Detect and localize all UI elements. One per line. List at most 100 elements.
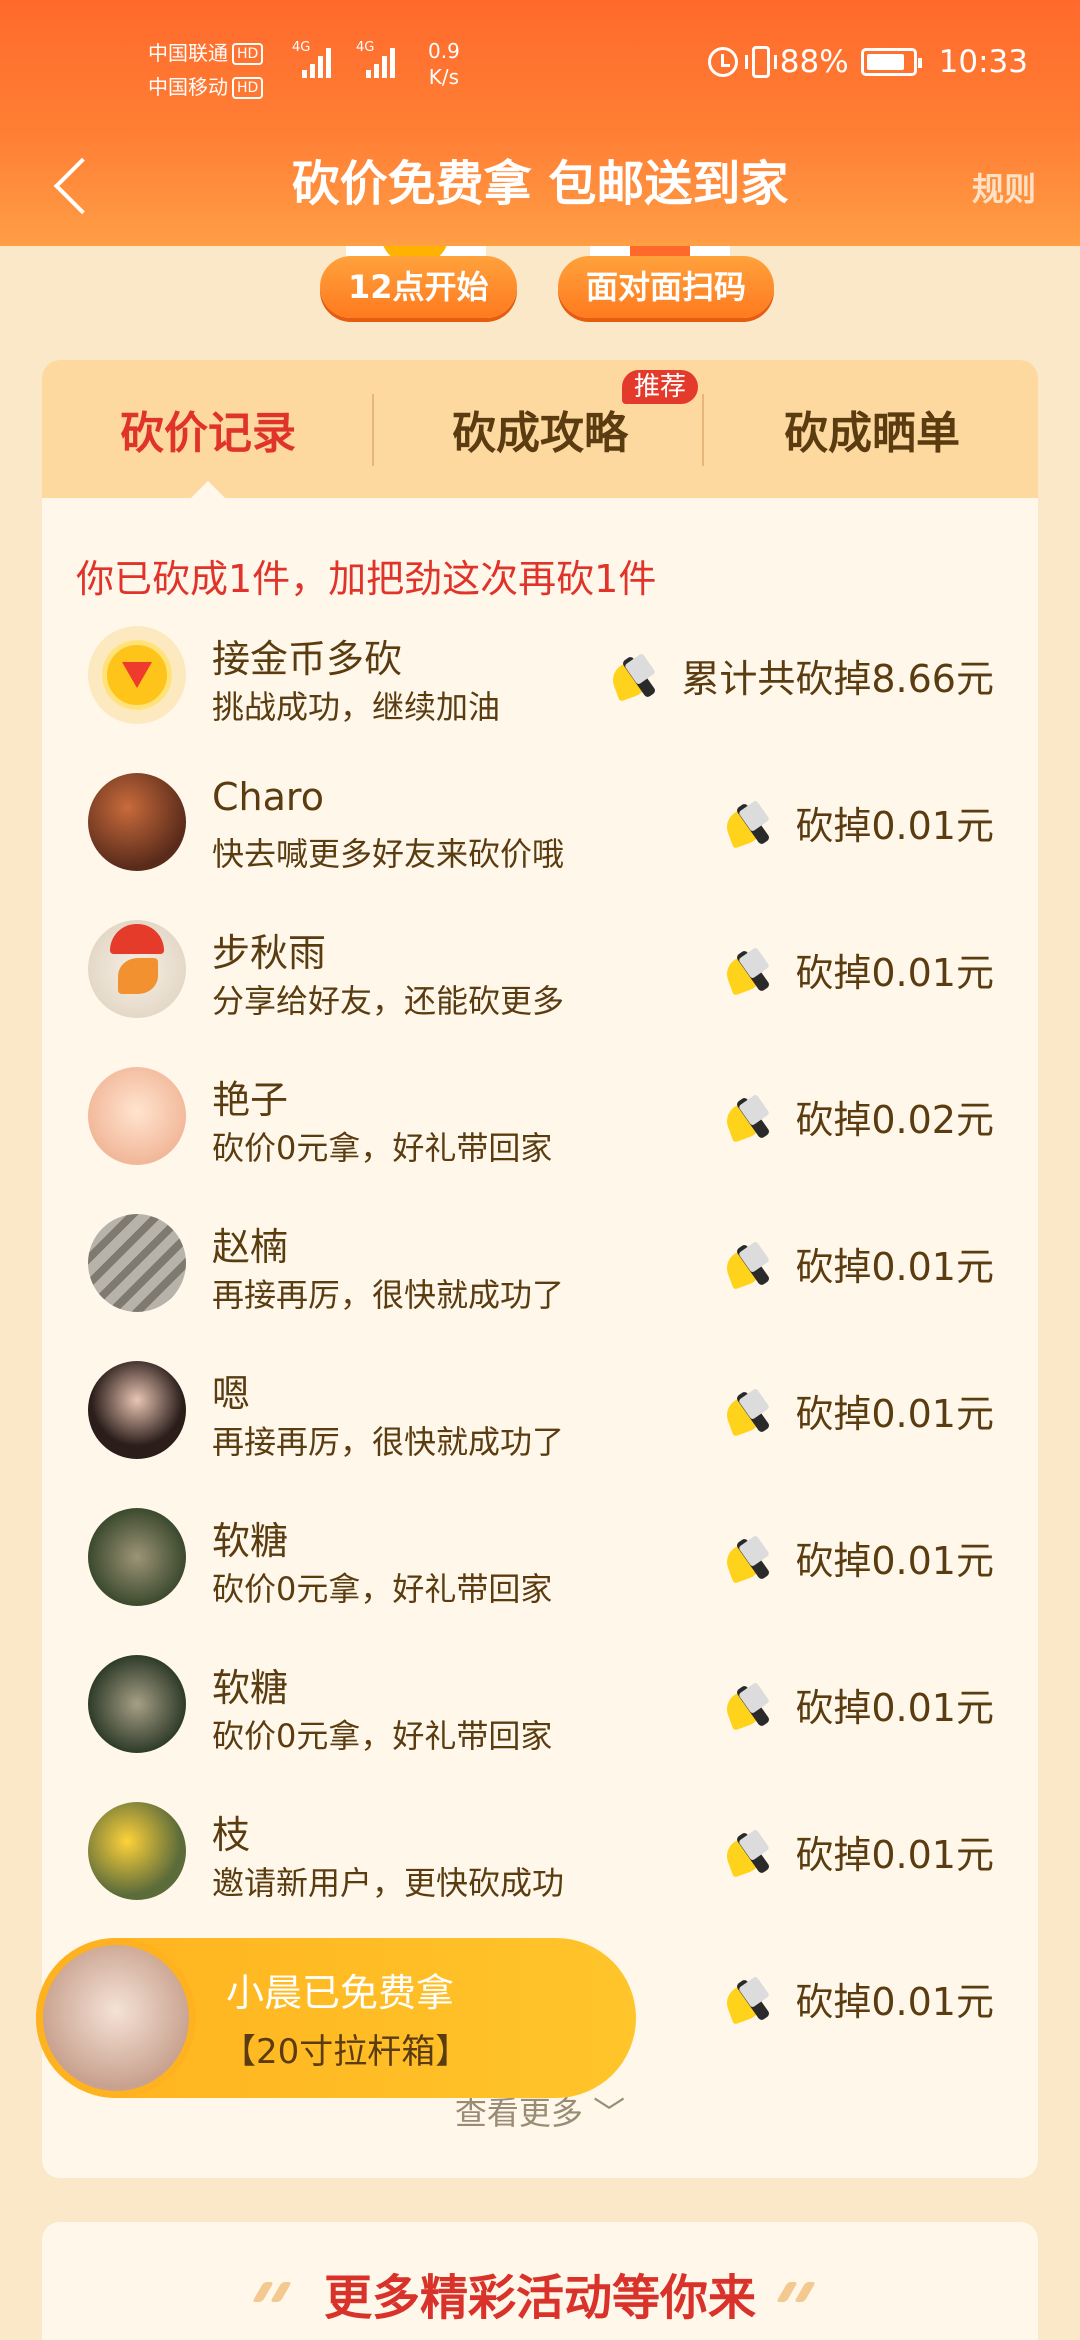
tab-bar: 砍价记录 砍成攻略 砍成晒单 推荐 [42,360,1038,499]
amount-text: 砍掉0.01元 [795,804,994,848]
list-item: 接金币多砍 挑战成功，继续加油 累计共砍掉8.66元 [42,618,1038,765]
tab-showcase[interactable]: 砍成晒单 [706,360,1038,498]
chevron-down-icon: ﹀ [593,2094,626,2132]
record-message: 砍价0元拿，好礼带回家 [212,1129,553,1167]
record-amount: 累计共砍掉8.66元 [608,648,994,703]
speed-unit: K/s [428,65,460,89]
record-message: 快去喊更多好友来砍价哦 [212,835,565,873]
speed-value: 0.9 [428,39,460,63]
free-claim-banner[interactable]: 小晨已免费拿 【20寸拉杆箱】 [36,1938,636,2098]
carrier-info: 中国联通 HD 中国移动 HD [148,36,264,104]
avatar [88,1361,186,1459]
record-amount: 砍掉0.01元 [722,1383,994,1438]
axe-icon [722,1533,783,1584]
tab-divider [702,394,704,466]
axe-icon [722,945,783,996]
banner-line-1: 小晨已免费拿 [226,1971,455,2015]
network-speed: 0.9 K/s [428,38,460,90]
amount-text: 砍掉0.01元 [795,1539,994,1583]
record-amount: 砍掉0.01元 [722,1236,994,1291]
list-item: 嗯 再接再厉，很快就成功了 砍掉0.01元 [42,1353,1038,1500]
avatar [88,1802,186,1900]
clock: 10:33 [938,44,1028,80]
list-item: 步秋雨 分享给好友，还能砍更多 砍掉0.01元 [42,912,1038,1059]
axe-icon [608,651,669,702]
list-item: 艳子 砍价0元拿，好礼带回家 砍掉0.02元 [42,1059,1038,1206]
amount-text: 砍掉0.01元 [795,1686,994,1730]
record-message: 再接再厉，很快就成功了 [212,1276,565,1314]
record-amount: 砍掉0.01元 [722,1677,994,1732]
more-activities-title: 更多精彩活动等你来 [323,2270,756,2326]
carrier-1: 中国联通 [148,41,228,65]
scan-face-to-face-button[interactable]: 面对面扫码 [558,256,775,318]
record-name: 艳子 [212,1078,289,1122]
page-title: 砍价免费拿 包邮送到家 [291,156,789,212]
axe-icon [722,1386,783,1437]
tab-divider [372,394,374,466]
avatar [88,1655,186,1753]
list-item: 软糖 砍价0元拿，好礼带回家 砍掉0.01元 [42,1647,1038,1794]
avatar [88,1508,186,1606]
record-name: 软糖 [212,1519,289,1563]
bargain-summary: 你已砍成1件，加把劲这次再砍1件 [76,557,657,601]
list-item: Charo 快去喊更多好友来砍价哦 砍掉0.01元 [42,765,1038,912]
coin-avatar [88,626,186,724]
hd-badge: HD [232,77,264,99]
avatar [88,773,186,871]
tab-label: 砍成攻略 [452,408,628,459]
record-amount: 砍掉0.01元 [722,1530,994,1585]
record-amount: 砍掉0.01元 [722,1971,994,2026]
banner-line-2: 【20寸拉杆箱】 [222,2032,470,2072]
record-message: 砍价0元拿，好礼带回家 [212,1717,553,1755]
record-amount: 砍掉0.01元 [722,795,994,850]
amount-text: 砍掉0.01元 [795,951,994,995]
tab-bargain-record[interactable]: 砍价记录 [42,360,374,498]
active-tab-pointer [190,481,226,499]
record-name: 赵楠 [212,1225,289,1269]
rules-link[interactable]: 规则 [972,164,1036,210]
record-name: 枝 [212,1813,251,1857]
record-amount: 砍掉0.01元 [722,1824,994,1879]
axe-icon [722,798,783,849]
hd-badge: HD [232,43,264,65]
alarm-icon [707,47,738,77]
amount-text: 砍掉0.01元 [795,1833,994,1877]
tab-label: 砍价记录 [120,408,296,459]
amount-text: 累计共砍掉8.66元 [681,657,994,701]
battery-icon [860,48,922,76]
record-message: 砍价0元拿，好礼带回家 [212,1570,553,1608]
list-item: 软糖 砍价0元拿，好礼带回家 砍掉0.01元 [42,1500,1038,1647]
start-at-12-button[interactable]: 12点开始 [320,256,517,318]
axe-icon [722,1092,783,1143]
record-list: 接金币多砍 挑战成功，继续加油 累计共砍掉8.66元 Charo 快去喊更多好友… [42,618,1038,2088]
decor-icon [776,2282,826,2302]
amount-text: 砍掉0.02元 [795,1098,994,1142]
avatar [88,1067,186,1165]
avatar [88,1214,186,1312]
avatar [36,1938,196,2098]
record-name: 嗯 [212,1372,251,1416]
axe-icon [722,1239,783,1290]
view-more-label: 查看更多 [454,2094,583,2132]
bargain-card: 砍价记录 砍成攻略 砍成晒单 推荐 你已砍成1件，加把劲这次再砍1件 接金币多砍… [42,360,1038,2178]
avatar [88,920,186,1018]
record-name: 软糖 [212,1666,289,1710]
list-item: 赵楠 再接再厉，很快就成功了 砍掉0.01元 [42,1206,1038,1353]
amount-text: 砍掉0.01元 [795,1245,994,1289]
record-name: 接金币多砍 [212,637,403,681]
header: 中国联通 HD 中国移动 HD 4G 4G 0.9 K/s 88% 10:33 砍价… [0,0,1080,246]
tab-label: 砍成晒单 [784,408,960,459]
axe-icon [722,1680,783,1731]
nav-bar: 砍价免费拿 包邮送到家 规则 [0,130,1080,246]
record-amount: 砍掉0.01元 [722,942,994,997]
record-message: 邀请新用户，更快砍成功 [212,1864,565,1902]
status-right: 88% 10:33 [707,44,1028,80]
battery-percent: 88% [779,44,849,80]
vibrate-icon [744,46,777,78]
record-amount: 砍掉0.02元 [722,1089,994,1144]
amount-text: 砍掉0.01元 [795,1392,994,1436]
axe-icon [722,1827,783,1878]
record-message: 分享给好友，还能砍更多 [212,982,565,1020]
record-message: 再接再厉，很快就成功了 [212,1423,565,1461]
more-activities-card: 更多精彩活动等你来 [42,2222,1038,2340]
